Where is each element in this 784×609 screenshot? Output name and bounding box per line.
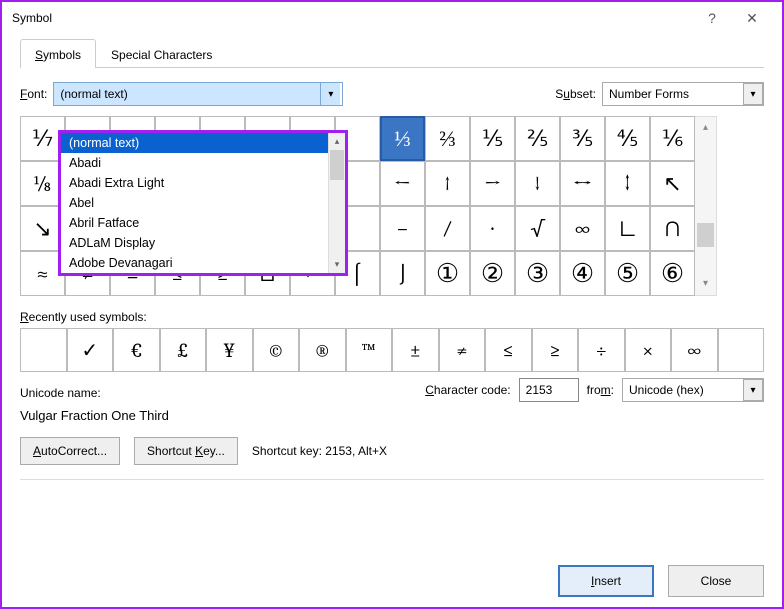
symbol-dialog: Symbol ? ✕ Symbols Special Characters Fo… — [0, 0, 784, 609]
symbol-cell[interactable]: ↖ — [650, 161, 695, 206]
font-combo[interactable]: ▾ — [53, 82, 343, 106]
dropdown-scrollbar[interactable]: ▴ ▾ — [328, 133, 345, 273]
scroll-up-icon[interactable]: ▴ — [695, 117, 716, 139]
symbol-cell[interactable]: ∟ — [605, 206, 650, 251]
font-dropdown-list[interactable]: (normal text)AbadiAbadi Extra LightAbelA… — [58, 130, 348, 276]
character-code-input[interactable] — [519, 378, 579, 402]
recent-symbol-cell[interactable]: ¥ — [206, 328, 253, 372]
symbol-cell[interactable]: ③ — [515, 251, 560, 296]
symbol-cell[interactable]: ⅔ — [425, 116, 470, 161]
font-option[interactable]: Adobe Devanagari — [61, 253, 328, 273]
symbol-cell[interactable]: ⌡ — [380, 251, 425, 296]
subset-label: Subset: — [555, 87, 596, 101]
recent-symbols-row: ✓€£¥©®™±≠≤≥÷×∞ — [20, 328, 764, 372]
font-option[interactable]: (normal text) — [61, 133, 328, 153]
recent-symbol-cell[interactable]: ≤ — [485, 328, 532, 372]
tab-special-characters[interactable]: Special Characters — [96, 39, 227, 68]
font-option[interactable]: Abadi Extra Light — [61, 173, 328, 193]
font-option[interactable]: ADLaM Display — [61, 233, 328, 253]
character-code-label: Character code: — [425, 383, 510, 397]
symbol-cell[interactable]: ↑ — [425, 161, 470, 206]
tab-strip: Symbols Special Characters — [20, 38, 764, 68]
recent-symbol-cell[interactable]: ≠ — [439, 328, 486, 372]
symbol-cell[interactable]: → — [470, 161, 515, 206]
scroll-down-icon[interactable]: ▾ — [329, 256, 345, 273]
symbol-cell[interactable]: ⅕ — [470, 116, 515, 161]
symbol-cell[interactable]: ② — [470, 251, 515, 296]
shortcut-key-button[interactable]: Shortcut Key... — [134, 437, 238, 465]
symbol-cell[interactable]: ∕ — [425, 206, 470, 251]
close-window-button[interactable]: ✕ — [732, 10, 772, 27]
font-input[interactable] — [54, 83, 320, 105]
symbol-cell[interactable]: ∞ — [560, 206, 605, 251]
symbol-cell[interactable]: ⅘ — [605, 116, 650, 161]
recent-symbol-cell[interactable] — [718, 328, 765, 372]
recent-label: Recently used symbols: — [20, 310, 764, 324]
dialog-footer: Insert Close — [558, 565, 764, 597]
symbol-cell[interactable]: ⅖ — [515, 116, 560, 161]
recent-symbol-cell[interactable]: ✓ — [67, 328, 114, 372]
recent-symbol-cell[interactable]: € — [113, 328, 160, 372]
symbol-cell[interactable]: ∩ — [650, 206, 695, 251]
scroll-thumb[interactable] — [330, 150, 344, 180]
chevron-down-icon[interactable]: ▾ — [743, 83, 763, 105]
font-option[interactable]: Abadi — [61, 153, 328, 173]
chevron-down-icon[interactable]: ▾ — [743, 379, 763, 401]
insert-button[interactable]: Insert — [558, 565, 654, 597]
recent-symbol-cell[interactable]: ≥ — [532, 328, 579, 372]
subset-input[interactable] — [603, 87, 743, 101]
unicode-name: Vulgar Fraction One Third — [20, 408, 764, 423]
symbol-cell[interactable]: ↓ — [515, 161, 560, 206]
symbol-cell[interactable]: ⅗ — [560, 116, 605, 161]
recent-symbol-cell[interactable]: × — [625, 328, 672, 372]
recent-symbol-cell[interactable] — [20, 328, 67, 372]
grid-scrollbar[interactable]: ▴ ▾ — [695, 116, 717, 296]
from-input[interactable] — [623, 383, 743, 397]
recent-symbol-cell[interactable]: £ — [160, 328, 207, 372]
scroll-up-icon[interactable]: ▴ — [329, 133, 345, 150]
recent-symbol-cell[interactable]: ± — [392, 328, 439, 372]
symbol-cell[interactable]: ↕ — [605, 161, 650, 206]
font-option[interactable]: Abril Fatface — [61, 213, 328, 233]
recent-symbol-cell[interactable]: © — [253, 328, 300, 372]
scroll-down-icon[interactable]: ▾ — [695, 273, 716, 295]
symbol-cell[interactable]: ① — [425, 251, 470, 296]
from-label: from: — [587, 383, 614, 397]
window-title: Symbol — [12, 11, 692, 25]
font-label: Font: — [20, 87, 47, 101]
from-combo[interactable]: ▾ — [622, 378, 764, 402]
recent-symbol-cell[interactable]: ÷ — [578, 328, 625, 372]
tab-symbols[interactable]: Symbols — [20, 39, 96, 68]
symbol-cell[interactable]: ⑥ — [650, 251, 695, 296]
subset-combo[interactable]: ▾ — [602, 82, 764, 106]
close-button[interactable]: Close — [668, 565, 764, 597]
shortcut-key-text: Shortcut key: 2153, Alt+X — [252, 444, 387, 458]
help-button[interactable]: ? — [692, 10, 732, 26]
scroll-thumb[interactable] — [697, 223, 714, 247]
symbol-cell[interactable]: ⑤ — [605, 251, 650, 296]
symbol-cell[interactable]: ④ — [560, 251, 605, 296]
symbol-cell[interactable]: ⅙ — [650, 116, 695, 161]
autocorrect-button[interactable]: AutoCorrect... — [20, 437, 120, 465]
recent-symbol-cell[interactable]: ∞ — [671, 328, 718, 372]
symbol-cell[interactable]: ∙ — [470, 206, 515, 251]
recent-symbol-cell[interactable]: ™ — [346, 328, 393, 372]
font-option[interactable]: Abel — [61, 193, 328, 213]
chevron-down-icon[interactable]: ▾ — [320, 83, 340, 105]
symbol-cell[interactable]: ⅓ — [380, 116, 425, 161]
symbol-cell[interactable]: ← — [380, 161, 425, 206]
recent-symbol-cell[interactable]: ® — [299, 328, 346, 372]
titlebar: Symbol ? ✕ — [2, 2, 782, 34]
symbol-cell[interactable]: − — [380, 206, 425, 251]
symbol-cell[interactable]: √ — [515, 206, 560, 251]
symbol-cell[interactable]: ↔ — [560, 161, 605, 206]
